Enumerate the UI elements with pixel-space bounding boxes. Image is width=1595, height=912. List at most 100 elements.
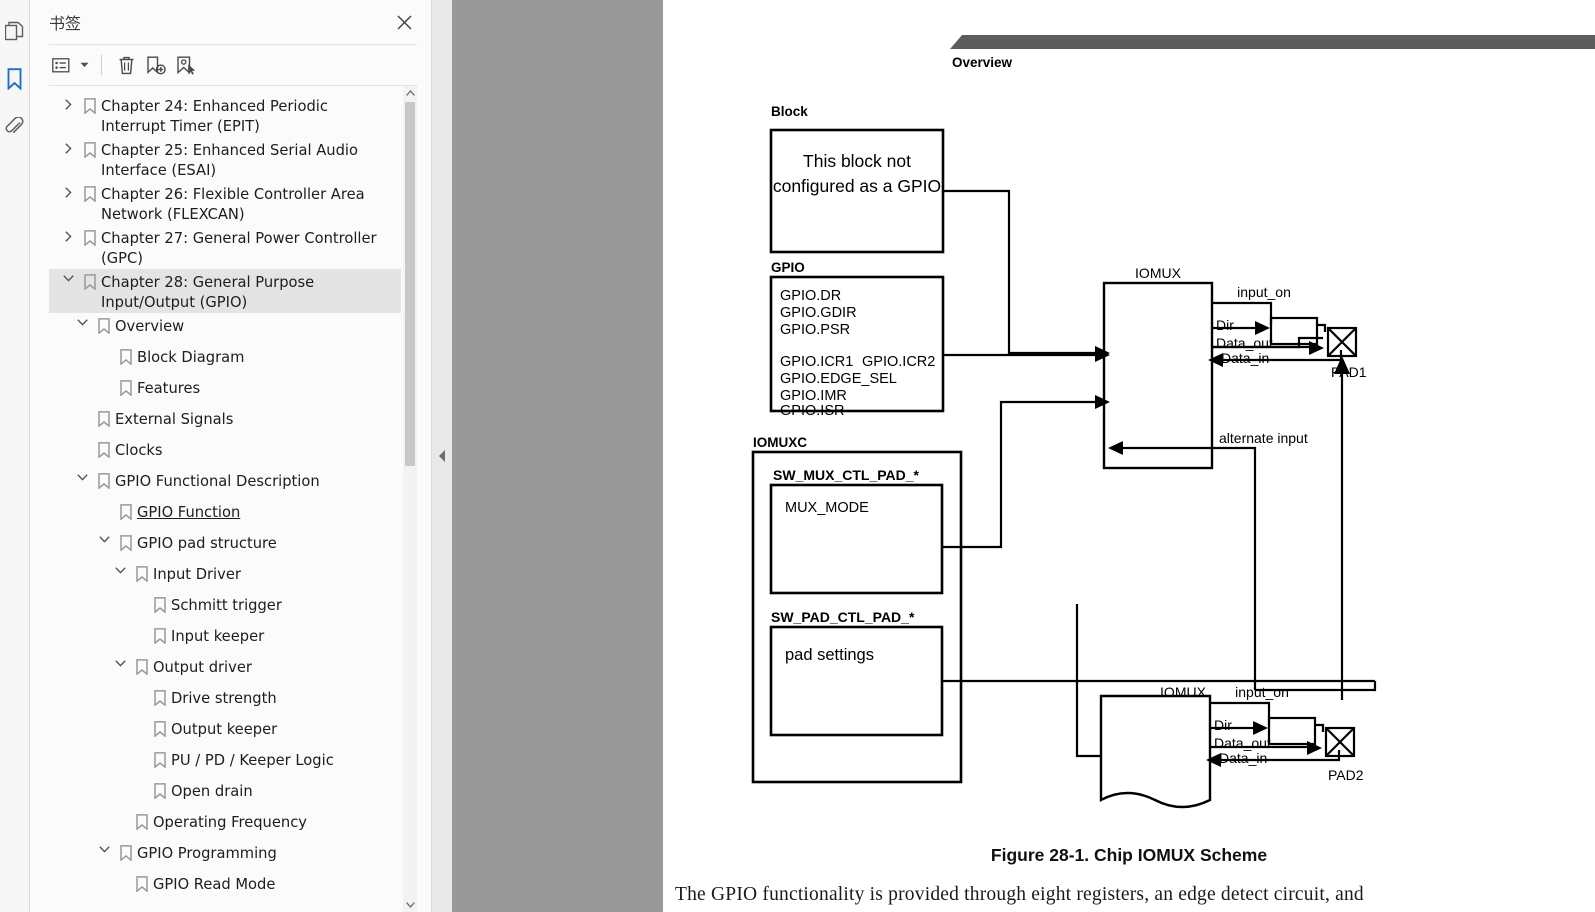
label-mux-mode: MUX_MODE [785,500,869,516]
bookmark-item[interactable]: Features [49,375,401,406]
label-pad2: PAD2 [1328,767,1364,783]
label-iomux-bottom: IOMUX [1160,684,1207,700]
label-block-line1: This block not [803,151,911,171]
bookmark-icon [79,181,101,202]
bookmark-icon [115,375,137,396]
bookmark-item[interactable]: Output keeper [49,716,401,747]
pages-icon[interactable] [2,16,28,46]
close-icon[interactable] [391,9,417,35]
bookmark-icon [131,871,153,892]
bookmark-item-label: Operating Frequency [153,814,307,831]
chevron-down-icon[interactable] [71,313,93,326]
scrollbar-thumb[interactable] [405,102,415,466]
label-pad1: PAD1 [1331,364,1367,380]
bookmark-select-button[interactable] [172,51,200,79]
bookmark-icon [79,93,101,114]
scroll-down-icon[interactable] [403,898,417,912]
bookmark-item[interactable]: Operating Frequency [49,809,401,840]
bookmark-item[interactable]: PU / PD / Keeper Logic [49,747,401,778]
bookmarks-panel-header: 书签 [31,0,431,44]
bookmark-item[interactable]: GPIO Functional Description [49,468,401,499]
label-sw-pad-ctl: SW_PAD_CTL_PAD_* [771,609,915,625]
bookmark-item[interactable]: Clocks [49,437,401,468]
bookmark-icon [79,225,101,246]
bookmark-item-label: GPIO Functional Description [115,473,320,490]
bookmark-icon [149,716,171,737]
figure-chip-iomux-scheme: Block This block not configured as a GPI… [663,0,1595,830]
figure-caption: Figure 28-1. Chip IOMUX Scheme [990,845,1268,865]
bookmark-item-label: Output keeper [171,721,278,738]
bookmark-item[interactable]: Chapter 24: Enhanced Periodic Interrupt … [49,93,401,137]
bookmark-item-label: Clocks [115,442,163,459]
bookmark-icon [79,269,101,290]
bookmark-item[interactable]: Chapter 25: Enhanced Serial Audio Interf… [49,137,401,181]
bookmark-icon [149,747,171,768]
bookmark-item-label: Overview [115,318,185,335]
label-block: Block [771,104,808,119]
bookmark-item[interactable]: GPIO Programming [49,840,401,871]
chevron-down-icon[interactable] [93,530,115,543]
gpio-register-4: GPIO.ICR2 [862,354,935,370]
chevron-down-icon[interactable] [109,561,131,574]
bookmark-item[interactable]: Chapter 28: General Purpose Input/Output… [49,269,401,313]
bookmark-item[interactable]: Input keeper [49,623,401,654]
chevron-right-icon[interactable] [57,137,79,154]
attachment-icon[interactable] [2,112,28,142]
bookmark-item[interactable]: Schmitt trigger [49,592,401,623]
bookmark-item[interactable]: Output driver [49,654,401,685]
chevron-down-icon[interactable] [109,654,131,667]
bookmark-item-label: Block Diagram [137,349,245,366]
chevron-down-icon[interactable] [71,468,93,481]
chevron-down-icon[interactable] [77,62,91,68]
bookmark-icon[interactable] [2,64,28,94]
bookmark-item-label: Output driver [153,659,252,676]
bookmark-item-label: Chapter 26: Flexible Controller Area Net… [101,186,365,223]
gpio-register-2: GPIO.PSR [780,322,850,338]
list-options-button[interactable] [47,51,75,79]
bookmark-item-label: GPIO pad structure [137,535,277,552]
bookmark-item[interactable]: Drive strength [49,685,401,716]
bookmark-tree-scrollbar[interactable] [403,86,417,912]
bookmark-item-label: Schmitt trigger [171,597,282,614]
scroll-up-icon[interactable] [403,86,417,100]
bookmark-icon [149,592,171,613]
gpio-register-5: GPIO.EDGE_SEL [780,371,897,387]
chevron-right-icon[interactable] [57,225,79,242]
bookmark-item[interactable]: Overview [49,313,401,344]
panel-splitter[interactable] [431,0,452,912]
bookmark-item[interactable]: Input Driver [49,561,401,592]
bookmark-icon [131,654,153,675]
chevron-right-icon[interactable] [57,181,79,198]
bookmark-item[interactable]: Chapter 26: Flexible Controller Area Net… [49,181,401,225]
bookmark-icon [149,778,171,799]
gpio-register-1: GPIO.GDIR [780,305,857,321]
collapse-panel-icon[interactable] [439,450,445,462]
label-gpio: GPIO [771,260,805,275]
label-data-in-top: Data_in [1221,350,1269,366]
bookmark-item[interactable]: External Signals [49,406,401,437]
chevron-right-icon[interactable] [57,93,79,110]
bookmark-icon [149,623,171,644]
bookmark-item-label: GPIO Programming [137,845,277,862]
bookmark-item[interactable]: Block Diagram [49,344,401,375]
bookmark-item-label: Features [137,380,201,397]
toolbar-divider [101,55,102,75]
bookmark-item[interactable]: GPIO pad structure [49,530,401,561]
chevron-down-icon[interactable] [93,840,115,853]
bookmark-item-label: PU / PD / Keeper Logic [171,752,334,769]
bookmark-item[interactable]: GPIO Read Mode [49,871,401,902]
chevron-down-icon[interactable] [57,269,79,282]
bookmark-item-label: External Signals [115,411,234,428]
label-input-on-bottom: input_on [1235,684,1289,700]
document-viewer[interactable]: Overview Block This block not configured… [452,0,1595,912]
bookmark-icon [131,809,153,830]
label-data-in-bottom: Data_in [1219,750,1267,766]
delete-bookmark-button[interactable] [112,51,140,79]
gpio-register-0: GPIO.DR [780,288,841,304]
bookmark-item[interactable]: GPIO Function [49,499,401,530]
bookmark-item[interactable]: Open drain [49,778,401,809]
bookmark-icon [93,468,115,489]
bookmark-tree[interactable]: Chapter 24: Enhanced Periodic Interrupt … [49,86,417,912]
bookmark-item[interactable]: Chapter 27: General Power Controller (GP… [49,225,401,269]
new-bookmark-button[interactable] [142,51,170,79]
